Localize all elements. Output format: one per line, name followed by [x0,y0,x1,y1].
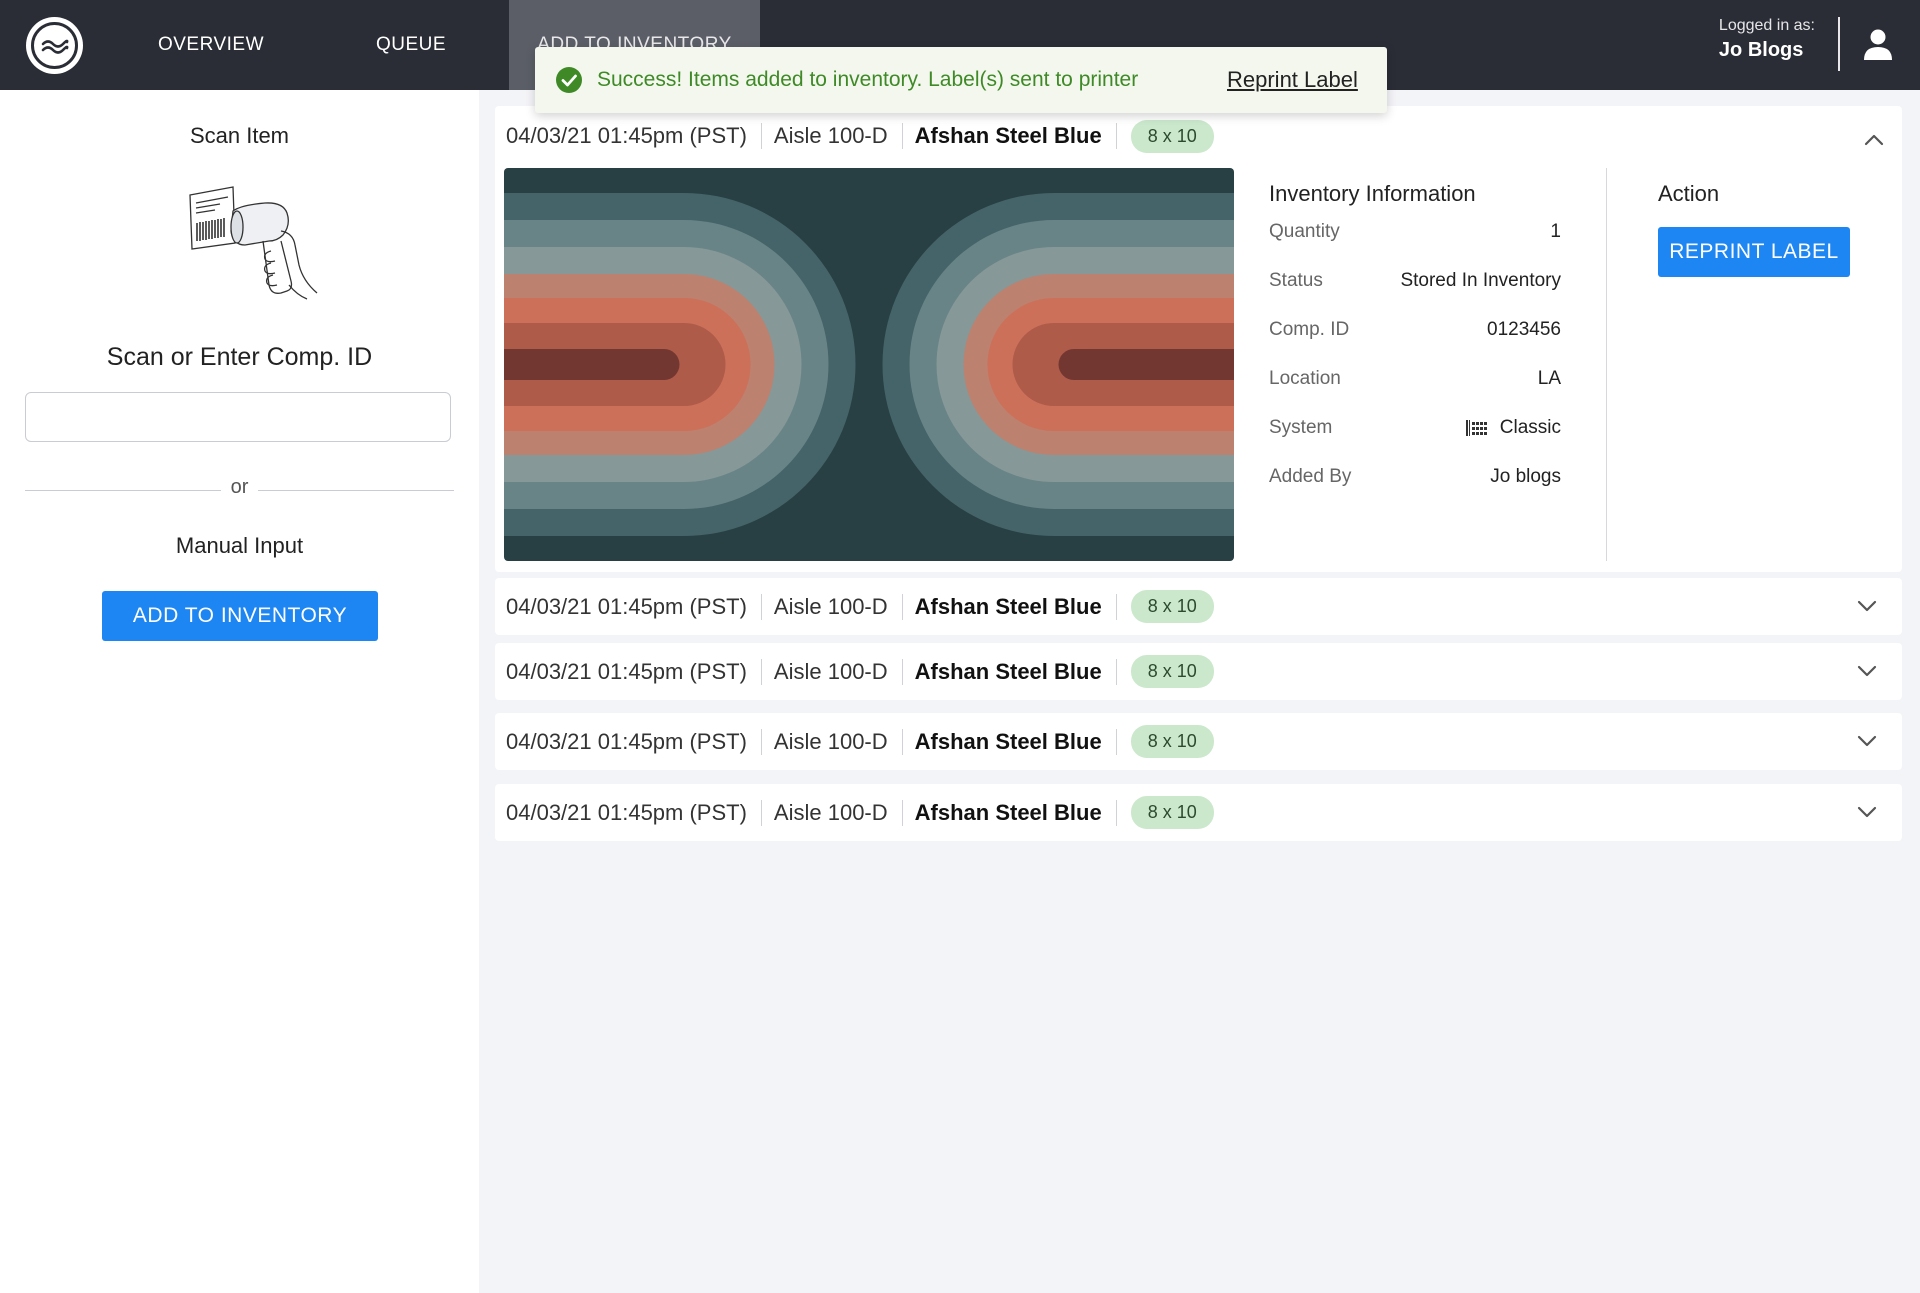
success-toast: Success! Items added to inventory. Label… [535,47,1387,113]
divider [1115,799,1117,826]
size-badge: 8 x 10 [1130,119,1214,153]
divider [258,490,454,491]
rug-product-image [504,168,1234,561]
row-aisle: Aisle 100-D [773,658,888,684]
reprint-label-link[interactable]: Reprint Label [1227,67,1358,93]
divider [901,658,903,685]
chevron-down-icon[interactable] [1857,734,1877,748]
scan-panel: Scan Item Scan or Enter Comp. ID or Manu… [0,90,479,1293]
wave-logo-icon [31,22,78,69]
row-timestamp: 04/03/21 01:45pm (PST) [506,658,747,684]
info-key: Status [1269,270,1323,291]
row-product-name: Afshan Steel Blue [914,728,1102,754]
divider [901,593,903,620]
info-value: 0123456 [1487,319,1561,340]
divider [1115,658,1117,685]
divider [760,123,762,149]
add-to-inventory-button[interactable]: ADD TO INVENTORY [102,591,378,641]
divider [901,123,903,149]
or-separator: or [230,476,249,498]
divider [1115,123,1117,149]
user-profile-icon[interactable] [1862,28,1894,62]
comp-id-input[interactable] [25,392,451,442]
info-value: Jo blogs [1490,466,1561,487]
divider [1838,17,1840,71]
row-header[interactable]: 04/03/21 01:45pm (PST) Aisle 100-D Afsha… [495,106,1902,166]
divider [901,728,903,755]
inventory-row[interactable]: 04/03/21 01:45pm (PST) Aisle 100-D Afsha… [495,713,1902,770]
app-logo[interactable] [26,17,83,74]
row-header[interactable]: 04/03/21 01:45pm (PST) Aisle 100-D Afsha… [495,578,1902,635]
size-badge: 8 x 10 [1130,655,1214,688]
inventory-row[interactable]: 04/03/21 01:45pm (PST) Aisle 100-D Afsha… [495,643,1902,700]
size-badge: 8 x 10 [1130,796,1214,829]
user-info: Logged in as: Jo Blogs [1719,17,1815,62]
divider [760,728,762,755]
tab-overview[interactable]: OVERVIEW [140,0,282,90]
divider [1606,168,1607,561]
barcode-grid-icon [1465,420,1487,436]
divider [1115,593,1117,620]
info-value: LA [1537,368,1561,389]
action-title: Action [1658,181,1720,206]
row-timestamp: 04/03/21 01:45pm (PST) [506,123,747,148]
info-value-wrap: Classic [1465,417,1561,439]
inventory-row[interactable]: 04/03/21 01:45pm (PST) Aisle 100-D Afsha… [495,784,1902,841]
reprint-label-button[interactable]: REPRINT LABEL [1658,227,1850,277]
info-comp-id: Comp. ID 0123456 [1269,319,1561,341]
barcode-scanner-icon [189,186,318,300]
info-key: Comp. ID [1269,319,1350,340]
toast-message: Success! Items added to inventory. Label… [597,68,1139,91]
info-location: Location LA [1269,368,1561,390]
divider [760,799,762,826]
user-name: Jo Blogs [1718,39,1804,61]
tab-queue[interactable]: QUEUE [340,0,482,90]
info-key: System [1269,417,1333,438]
row-header[interactable]: 04/03/21 01:45pm (PST) Aisle 100-D Afsha… [495,643,1902,700]
inventory-row[interactable]: 04/03/21 01:45pm (PST) Aisle 100-D Afsha… [495,106,1902,572]
row-aisle: Aisle 100-D [773,123,888,148]
info-key: Location [1269,368,1341,389]
row-aisle: Aisle 100-D [773,593,888,619]
scan-item-title: Scan Item [189,123,290,148]
chevron-down-icon[interactable] [1857,805,1877,819]
row-product-name: Afshan Steel Blue [914,593,1102,619]
info-key: Quantity [1269,221,1340,242]
info-system: System Classic [1269,417,1561,439]
row-timestamp: 04/03/21 01:45pm (PST) [506,728,747,754]
manual-input-title: Manual Input [175,533,304,558]
row-aisle: Aisle 100-D [773,728,888,754]
row-timestamp: 04/03/21 01:45pm (PST) [506,799,747,825]
info-key: Added By [1269,466,1352,487]
info-added-by: Added By Jo blogs [1269,466,1561,488]
divider [1115,728,1117,755]
row-product-name: Afshan Steel Blue [914,123,1102,148]
inventory-info-title: Inventory Information [1269,181,1476,206]
row-product-name: Afshan Steel Blue [914,658,1102,684]
divider [760,593,762,620]
chevron-down-icon[interactable] [1857,599,1877,613]
info-value: Stored In Inventory [1400,270,1561,291]
inventory-row[interactable]: 04/03/21 01:45pm (PST) Aisle 100-D Afsha… [495,578,1902,635]
divider [901,799,903,826]
divider [760,658,762,685]
info-value: Classic [1499,417,1561,438]
info-value: 1 [1550,221,1561,242]
row-product-name: Afshan Steel Blue [914,799,1102,825]
info-status: Status Stored In Inventory [1269,270,1561,292]
row-header[interactable]: 04/03/21 01:45pm (PST) Aisle 100-D Afsha… [495,784,1902,841]
chevron-down-icon[interactable] [1857,664,1877,678]
info-quantity: Quantity 1 [1269,221,1561,243]
logged-in-label: Logged in as: [1718,17,1815,34]
size-badge: 8 x 10 [1130,725,1214,758]
row-aisle: Aisle 100-D [773,799,888,825]
size-badge: 8 x 10 [1130,590,1214,623]
row-timestamp: 04/03/21 01:45pm (PST) [506,593,747,619]
check-circle-icon [556,67,582,93]
row-header[interactable]: 04/03/21 01:45pm (PST) Aisle 100-D Afsha… [495,713,1902,770]
scan-enter-label: Scan or Enter Comp. ID [106,343,373,371]
chevron-up-icon[interactable] [1864,133,1884,147]
